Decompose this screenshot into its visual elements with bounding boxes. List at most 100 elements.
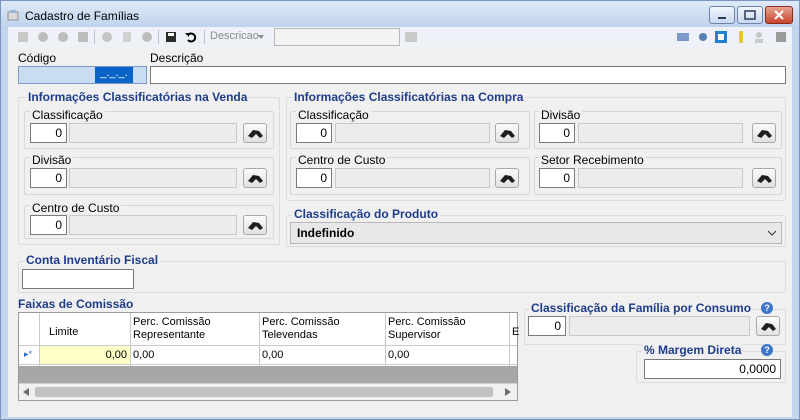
scroll-left-icon[interactable]: [23, 388, 29, 396]
user-icon[interactable]: [752, 30, 766, 44]
binoculars-icon: [757, 130, 772, 138]
window: Cadastro de Famílias Descricao Código _.…: [0, 0, 800, 420]
venda-classificacao-desc: [69, 123, 237, 143]
produto-header: Classificação do Produto: [292, 207, 441, 221]
col-supervisor: Perc. Comissão Supervisor: [388, 316, 466, 341]
copy-icon[interactable]: [36, 30, 50, 44]
binoculars-icon: [757, 175, 772, 183]
chevron-down-icon: [258, 35, 264, 39]
binoculars-icon: [500, 130, 515, 138]
consumo-input[interactable]: 0: [528, 316, 566, 336]
conta-header: Conta Inventário Fiscal: [24, 253, 161, 267]
venda-centro-input[interactable]: 0: [30, 215, 67, 235]
delete-icon[interactable]: [76, 30, 90, 44]
scroll-right-icon[interactable]: [505, 388, 511, 396]
new-icon[interactable]: [16, 30, 30, 44]
toolbar-search-input[interactable]: [274, 28, 400, 46]
compra-header: Informações Classificatórias na Compra: [292, 90, 526, 104]
exit-icon[interactable]: [774, 30, 788, 44]
new-row-indicator-icon: ▸*: [24, 349, 33, 359]
app-icon: [7, 10, 19, 21]
report-icon[interactable]: [676, 30, 690, 44]
faixas-grid[interactable]: Limite Perc. Comissão Representante Perc…: [18, 312, 520, 401]
venda-centro-lookup-button[interactable]: [243, 215, 267, 235]
minimize-button[interactable]: [709, 6, 735, 24]
col-limite: Limite: [49, 326, 79, 338]
produto-select[interactable]: Indefinido: [290, 222, 782, 244]
settings-icon[interactable]: [696, 30, 710, 44]
compra-setor-desc: [578, 168, 743, 188]
consumo-desc: [569, 316, 750, 336]
save-icon[interactable]: [164, 30, 178, 44]
col-televendas: Perc. Comissão Televendas: [262, 316, 340, 341]
codigo-value: _._._.: [95, 67, 133, 83]
window-title: Cadastro de Famílias: [25, 9, 140, 23]
toolbar: Descricao: [8, 27, 792, 47]
row-supervisor[interactable]: 0,00: [388, 349, 409, 361]
cancel-icon[interactable]: [140, 30, 154, 44]
toolbar-separator: [158, 30, 159, 44]
compra-divisao-label: Divisão: [539, 108, 583, 122]
chevron-down-icon: [768, 230, 776, 236]
edit-icon[interactable]: [56, 30, 70, 44]
document-icon[interactable]: [120, 30, 134, 44]
row-limite[interactable]: 0,00: [40, 346, 130, 364]
col-e: E: [512, 326, 520, 338]
compra-divisao-input[interactable]: 0: [539, 123, 575, 143]
venda-divisao-desc: [69, 168, 237, 188]
compra-centro-input[interactable]: 0: [296, 168, 332, 188]
codigo-label: Código: [18, 51, 57, 65]
help-icon[interactable]: ?: [761, 302, 773, 314]
compra-centro-label: Centro de Custo: [296, 153, 388, 167]
codigo-field[interactable]: _._._.: [18, 66, 147, 84]
compra-setor-input[interactable]: 0: [539, 168, 575, 188]
descricao-input[interactable]: [150, 66, 786, 84]
venda-header: Informações Classificatórias na Venda: [26, 90, 250, 104]
binoculars-icon: [248, 130, 263, 138]
compra-divisao-lookup-button[interactable]: [752, 123, 776, 143]
horizontal-scrollbar[interactable]: [19, 383, 517, 400]
title-bar: Cadastro de Famílias: [1, 1, 799, 29]
venda-classificacao-label: Classificação: [30, 108, 105, 122]
toolbar-separator: [204, 30, 205, 44]
scrollbar-thumb[interactable]: [35, 387, 493, 397]
maximize-icon: [744, 10, 756, 20]
compra-divisao-desc: [578, 123, 743, 143]
compra-classificacao-input[interactable]: 0: [296, 123, 332, 143]
venda-centro-label: Centro de Custo: [30, 201, 122, 215]
binoculars-icon: [248, 175, 263, 183]
consumo-header: Classificação da Família por Consumo: [529, 301, 754, 315]
margem-header: % Margem Direta: [642, 343, 744, 357]
grid-search-icon[interactable]: [404, 30, 418, 44]
margem-input[interactable]: 0,0000: [644, 359, 781, 379]
compra-classificacao-lookup-button[interactable]: [495, 123, 519, 143]
venda-divisao-label: Divisão: [30, 153, 74, 167]
consumo-lookup-button[interactable]: [756, 316, 780, 336]
venda-classificacao-input[interactable]: 0: [30, 123, 67, 143]
compra-centro-lookup-button[interactable]: [495, 168, 519, 188]
compra-classificacao-desc: [335, 123, 490, 143]
info-icon[interactable]: [734, 30, 748, 44]
help-icon[interactable]: ?: [761, 344, 773, 356]
add-icon[interactable]: [100, 30, 114, 44]
row-televendas[interactable]: 0,00: [262, 349, 283, 361]
form-area: Código _._._. Descrição Informações Clas…: [8, 47, 792, 417]
venda-centro-desc: [69, 215, 237, 235]
venda-divisao-input[interactable]: 0: [30, 168, 67, 188]
maximize-button[interactable]: [737, 6, 763, 24]
close-icon: [774, 10, 784, 20]
binoculars-icon: [248, 222, 263, 230]
conta-input[interactable]: [22, 269, 134, 289]
table-row[interactable]: ▸* 0,00 0,00 0,00 0,00: [19, 346, 517, 365]
close-window-button[interactable]: [765, 6, 793, 24]
descricao-dropdown[interactable]: Descricao: [210, 30, 259, 42]
window-list-icon[interactable]: [714, 30, 728, 44]
undo-icon[interactable]: [184, 30, 198, 44]
toolbar-separator: [94, 30, 95, 44]
row-representante[interactable]: 0,00: [133, 349, 154, 361]
venda-classificacao-lookup-button[interactable]: [243, 123, 267, 143]
grid-empty-area: [19, 366, 517, 383]
venda-divisao-lookup-button[interactable]: [243, 168, 267, 188]
binoculars-icon: [500, 175, 515, 183]
compra-setor-lookup-button[interactable]: [752, 168, 776, 188]
